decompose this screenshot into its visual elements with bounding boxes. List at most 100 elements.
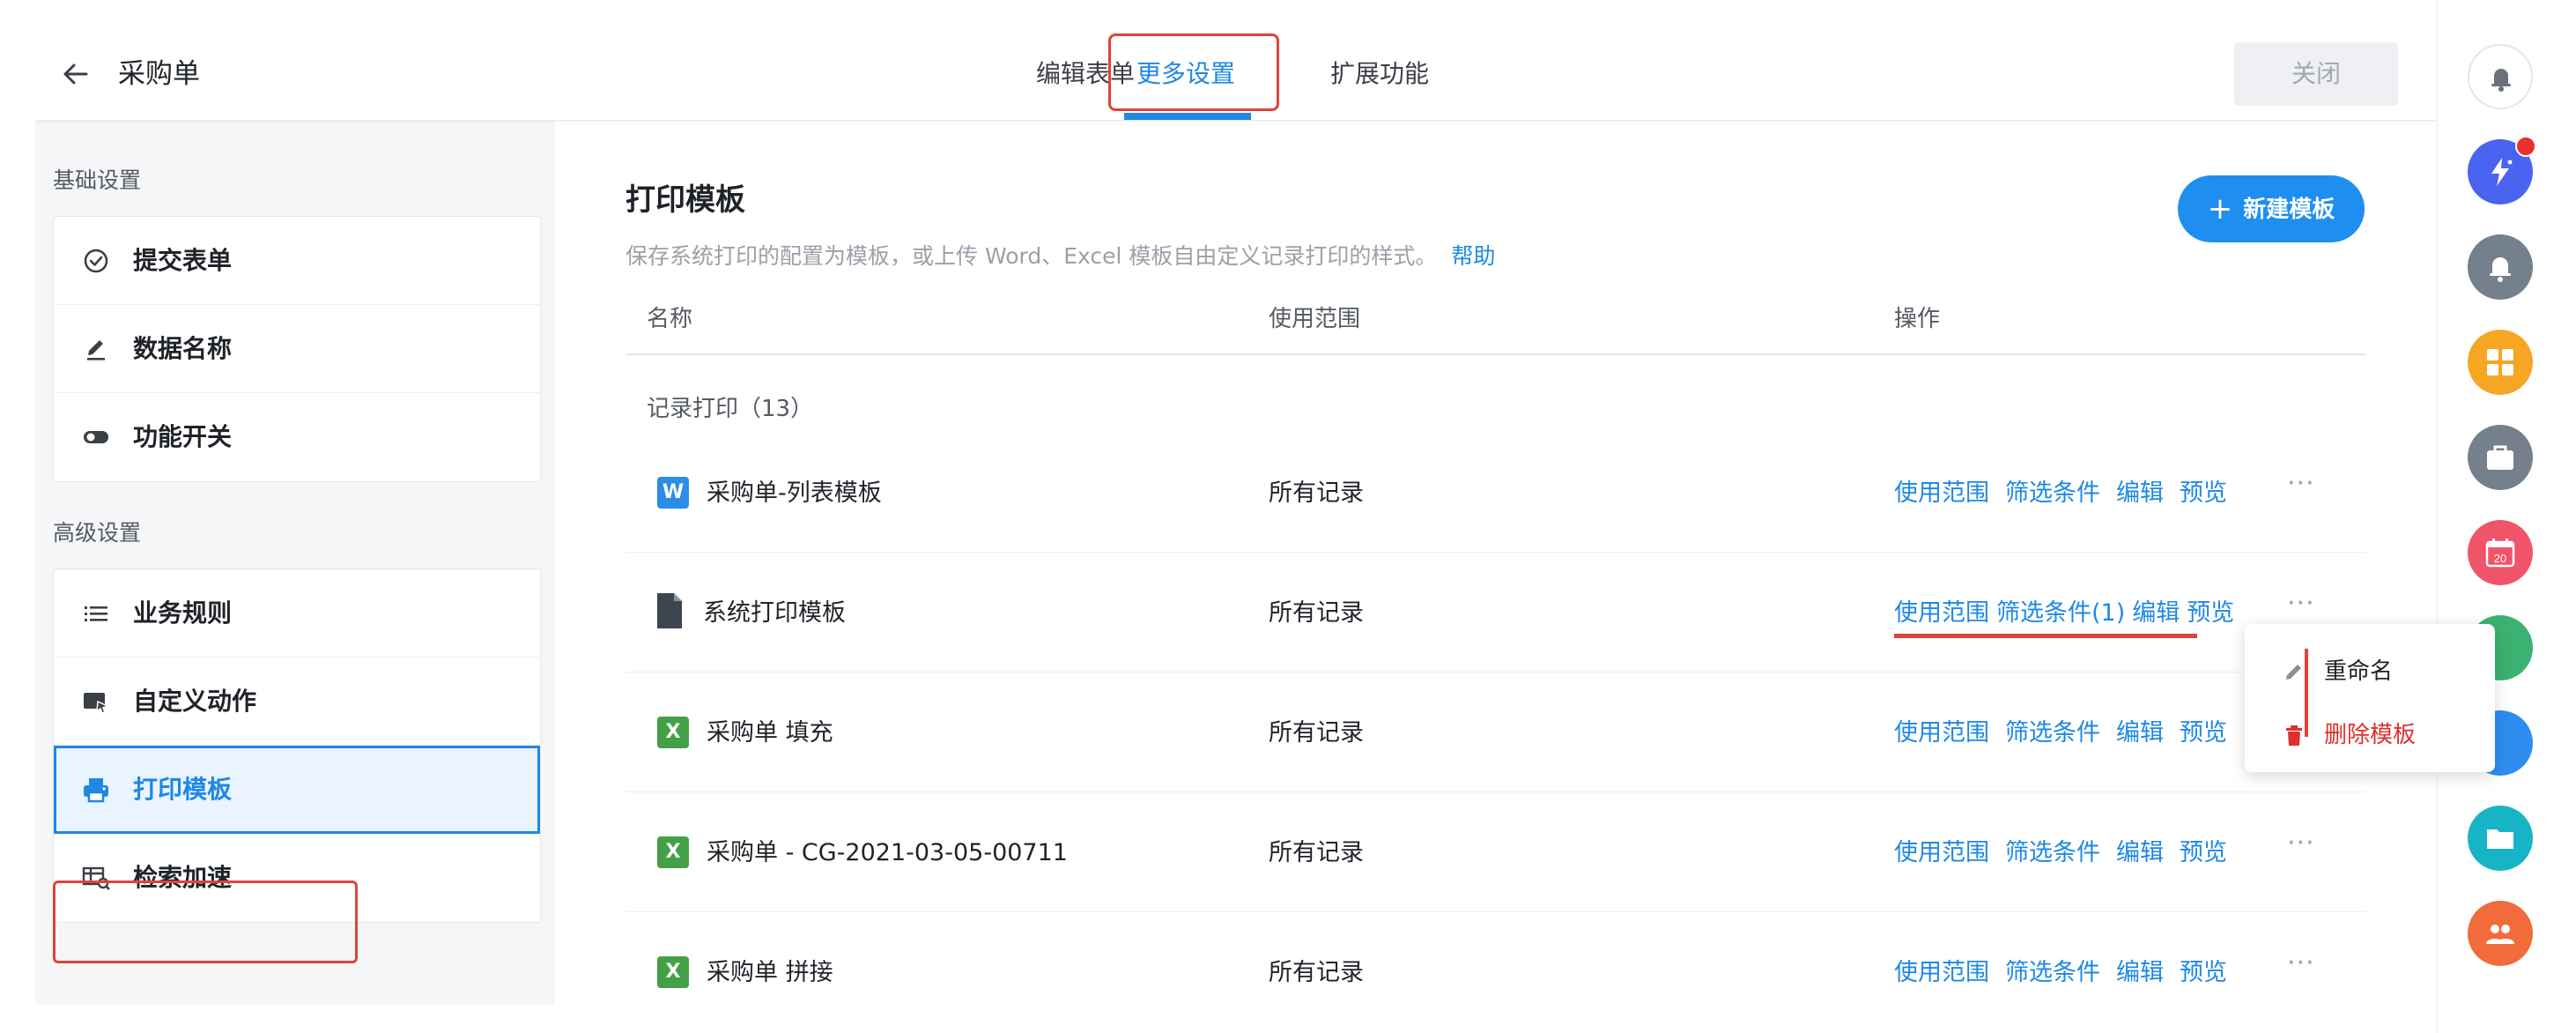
list-icon	[85, 606, 107, 621]
scope-link[interactable]: 使用范围	[1894, 479, 1989, 507]
files-button[interactable]	[2468, 806, 2533, 871]
edit-link[interactable]: 编辑	[2116, 719, 2164, 747]
right-app-bar: 20	[2437, 0, 2576, 1033]
preview-link[interactable]: 预览	[2180, 479, 2227, 507]
table-row: X 采购单 拼接 所有记录 使用范围 筛选条件 编辑 预览 ···	[625, 912, 2366, 1005]
column-header-name: 名称	[647, 306, 693, 332]
excel-file-icon: X	[657, 836, 689, 868]
preview-link[interactable]: 预览	[2187, 599, 2234, 627]
table-row: X 采购单 - CG-2021-03-05-00711 所有记录 使用范围 筛选条…	[625, 792, 2366, 912]
scope-link[interactable]: 使用范围	[1894, 839, 1989, 866]
page-description: 保存系统打印的配置为模板，或上传 Word、Excel 模板自由定义记录打印的样…	[625, 239, 1495, 271]
more-options-icon[interactable]: ···	[2287, 588, 2315, 619]
basic-settings-label: 基础设置	[53, 167, 142, 193]
template-scope: 所有记录	[1269, 479, 1364, 507]
print-item-highlight-annotation	[53, 881, 358, 963]
new-template-button[interactable]: + 新建模板	[2178, 175, 2365, 242]
template-scope: 所有记录	[1269, 599, 1364, 627]
back-arrow-icon[interactable]	[60, 58, 92, 90]
more-options-icon[interactable]: ···	[2287, 468, 2315, 499]
unread-dot	[2515, 136, 2536, 157]
sidebar-item-data-name[interactable]: 数据名称	[54, 305, 540, 393]
grid-icon	[2487, 349, 2513, 375]
document-icon	[657, 593, 682, 628]
sidebar-item-label: 打印模板	[133, 775, 233, 804]
advanced-settings-label: 高级设置	[53, 520, 142, 546]
pencil-icon	[87, 340, 105, 360]
users-icon	[2486, 925, 2514, 944]
calendar-day-text: 20	[2494, 552, 2506, 565]
bell-icon	[2491, 69, 2511, 92]
preview-link[interactable]: 预览	[2180, 839, 2227, 866]
filter-link[interactable]: 筛选条件	[2005, 719, 2100, 747]
sidebar-item-label: 功能开关	[133, 422, 233, 451]
calendar-icon: 20	[2485, 539, 2515, 568]
plus-icon: +	[2207, 191, 2233, 227]
sidebar-item-feature-toggle[interactable]: 功能开关	[54, 393, 540, 481]
cursor-window-icon	[84, 693, 109, 714]
edit-link[interactable]: 编辑	[2116, 839, 2164, 866]
sidebar-item-business-rules[interactable]: 业务规则	[54, 569, 540, 658]
edit-link[interactable]: 编辑	[2116, 959, 2164, 986]
filter-link[interactable]: 筛选条件	[2005, 839, 2100, 866]
sidebar-item-custom-actions[interactable]: 自定义动作	[54, 658, 540, 746]
page-title: 打印模板	[625, 182, 745, 218]
filter-link[interactable]: 筛选条件(1)	[1996, 599, 2125, 627]
tab-highlight-annotation	[1108, 33, 1279, 111]
calendar-button[interactable]: 20	[2468, 520, 2533, 585]
description-text: 保存系统打印的配置为模板，或上传 Word、Excel 模板自由定义记录打印的样…	[625, 243, 1438, 269]
edit-link[interactable]: 编辑	[2116, 479, 2164, 507]
basic-settings-group: 提交表单 数据名称 功能开关	[53, 216, 541, 482]
help-link[interactable]: 帮助	[1451, 243, 1495, 269]
row-actions: 使用范围 筛选条件 编辑 预览	[1894, 473, 2243, 508]
template-name: 系统打印模板	[703, 599, 846, 627]
messages-button[interactable]	[2468, 234, 2533, 300]
template-name: 采购单 - CG-2021-03-05-00711	[707, 839, 1068, 866]
more-options-icon[interactable]: ···	[2287, 828, 2315, 858]
filter-link[interactable]: 筛选条件	[2005, 479, 2100, 507]
filter-link[interactable]: 筛选条件	[2005, 959, 2100, 986]
template-name: 采购单-列表模板	[707, 479, 882, 507]
row-actions: 使用范围 筛选条件 编辑 预览	[1894, 833, 2243, 867]
folder-icon	[2487, 829, 2513, 849]
actions-underline-annotation	[1894, 634, 2197, 638]
app-window: 采购单 编辑表单 更多设置 扩展功能 关闭 基础设置 提交表单 数据名称 功能开…	[35, 0, 2437, 1005]
template-name: 采购单 填充	[707, 719, 833, 747]
tab-extensions[interactable]: 扩展功能	[1330, 55, 1429, 93]
sidebar-item-print-templates[interactable]: 打印模板	[54, 746, 540, 834]
pencil-icon	[2286, 665, 2301, 680]
workbench-button[interactable]	[2468, 425, 2533, 490]
sidebar-item-label: 提交表单	[133, 246, 233, 275]
apps-button[interactable]	[2468, 330, 2533, 395]
check-circle-icon	[84, 249, 108, 273]
preview-link[interactable]: 预览	[2180, 719, 2227, 747]
table-header: 名称 使用范围 操作	[625, 294, 2366, 355]
edit-link[interactable]: 编辑	[2132, 599, 2180, 627]
delete-template-label: 删除模板	[2324, 722, 2417, 748]
scope-link[interactable]: 使用范围	[1894, 719, 1989, 747]
close-button[interactable]: 关闭	[2234, 42, 2398, 106]
rename-menu-item[interactable]: 重命名	[2245, 643, 2495, 700]
excel-file-icon: X	[657, 956, 689, 988]
column-header-actions: 操作	[1894, 306, 1941, 332]
notification-bell-button[interactable]	[2468, 44, 2533, 109]
dropdown-highlight-annotation	[2305, 649, 2308, 737]
sidebar-item-label: 数据名称	[133, 334, 233, 363]
scope-link[interactable]: 使用范围	[1894, 599, 1989, 627]
form-title: 采购单	[118, 58, 200, 90]
sidebar-item-label: 自定义动作	[133, 687, 257, 716]
scope-link[interactable]: 使用范围	[1894, 959, 1989, 986]
more-options-icon[interactable]: ···	[2287, 948, 2315, 978]
delete-template-menu-item[interactable]: 删除模板	[2245, 707, 2495, 763]
new-template-label: 新建模板	[2243, 197, 2335, 223]
preview-link[interactable]: 预览	[2180, 959, 2227, 986]
template-options-dropdown: 重命名 删除模板	[2245, 624, 2495, 772]
record-print-group-label: 记录打印（13）	[647, 396, 814, 422]
settings-sidebar: 基础设置 提交表单 数据名称 功能开关 高级设置 业务规则 自定义动作 打印模板…	[35, 121, 555, 1005]
word-file-icon: W	[657, 477, 689, 509]
template-name: 采购单 拼接	[707, 959, 833, 986]
table-row: 系统打印模板 所有记录 使用范围 筛选条件(1) 编辑 预览 ···	[625, 553, 2366, 673]
sidebar-item-submit-form[interactable]: 提交表单	[54, 217, 540, 305]
row-actions: 使用范围 筛选条件 编辑 预览	[1894, 713, 2243, 747]
contacts-button[interactable]	[2468, 901, 2533, 966]
